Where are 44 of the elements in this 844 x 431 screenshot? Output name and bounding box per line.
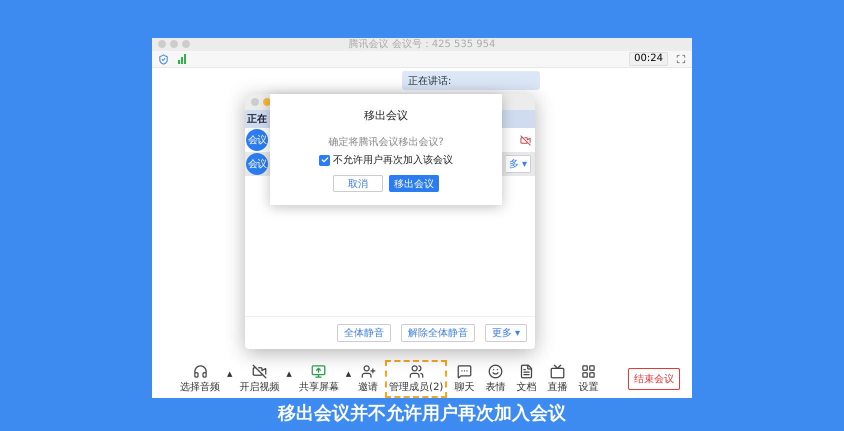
fullscreen-icon[interactable]	[676, 54, 686, 64]
toolbar-button[interactable]: 邀请	[354, 360, 382, 398]
call-timer: 00:24	[629, 52, 668, 66]
minimize-button[interactable]	[170, 40, 178, 48]
caption: 移出会议并不允许用户再次加入会议	[278, 402, 566, 425]
cancel-button[interactable]: 取消	[333, 175, 383, 192]
tv-icon	[550, 364, 565, 379]
end-meeting-button[interactable]: 结束会议	[628, 368, 680, 390]
dialog-title: 移出会议	[364, 108, 408, 123]
document-icon	[518, 364, 534, 379]
chat-icon	[456, 364, 472, 379]
smile-icon	[488, 364, 503, 379]
users-icon	[408, 364, 424, 379]
speaker-banner: 正在讲话:	[402, 71, 540, 90]
checkbox[interactable]	[319, 154, 330, 166]
signal-icon[interactable]	[177, 54, 187, 64]
toolbar-button[interactable]: 开启视频	[235, 360, 284, 398]
checkbox-label: 不允许用户再次加入该会议	[333, 154, 453, 167]
footer-button[interactable]: 全体静音	[336, 324, 391, 342]
footer-button[interactable]: 更多 ▾	[484, 324, 527, 342]
toolbar-button[interactable]: 聊天	[450, 360, 478, 398]
avatar: 会议	[246, 129, 268, 151]
toolbar-button[interactable]: 管理成员(2)	[385, 360, 448, 398]
shield-icon[interactable]	[158, 54, 169, 64]
close-button[interactable]	[158, 40, 166, 48]
grid-icon	[580, 364, 596, 379]
toolbar-button[interactable]: 选择音频	[176, 360, 224, 398]
zoom-button[interactable]	[182, 40, 190, 48]
avatar: 会议	[246, 153, 268, 175]
monitor-icon	[311, 364, 326, 379]
footer-button[interactable]: 解除全体静音	[400, 324, 475, 342]
toolbar-button[interactable]: 设置	[574, 360, 602, 398]
toolbar-button[interactable]: 共享屏幕	[294, 360, 343, 398]
confirm-button[interactable]: 移出会议	[389, 175, 439, 192]
window-title: 腾讯会议 会议号：425 535 954	[348, 38, 496, 51]
video-off-icon	[252, 364, 267, 379]
dialog-question: 确定将腾讯会议移出会议?	[328, 136, 444, 149]
headphones-icon	[192, 364, 208, 379]
close-button[interactable]	[251, 98, 259, 106]
add-user-icon	[360, 364, 376, 379]
toolbar-button[interactable]: 表情	[481, 360, 510, 398]
toolbar-button[interactable]: 文档	[512, 360, 540, 398]
more-button[interactable]: 多 ▾	[506, 155, 531, 173]
toolbar-button[interactable]: 直播	[543, 360, 572, 398]
